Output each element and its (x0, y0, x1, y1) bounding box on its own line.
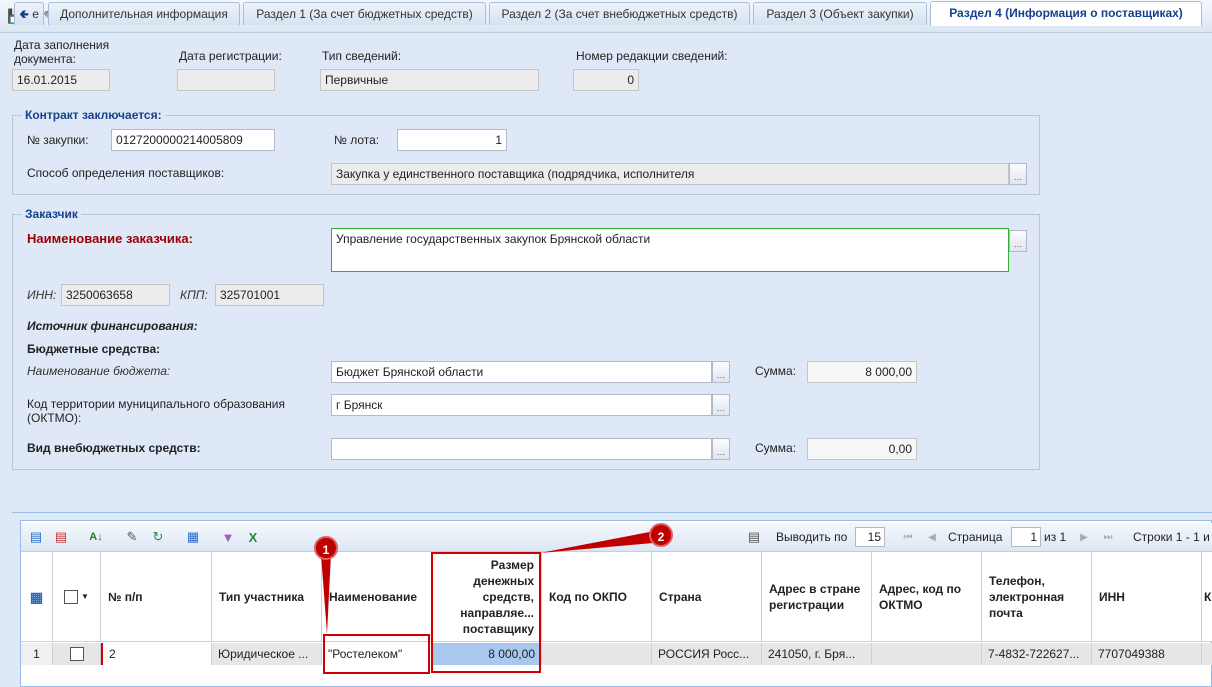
callout-2-pointer (540, 530, 664, 553)
callout-pointers (321, 530, 664, 634)
callout-2-badge: 2 (649, 523, 673, 547)
callout-1-badge: 1 (314, 536, 338, 560)
callout-1-pointer (321, 554, 331, 634)
